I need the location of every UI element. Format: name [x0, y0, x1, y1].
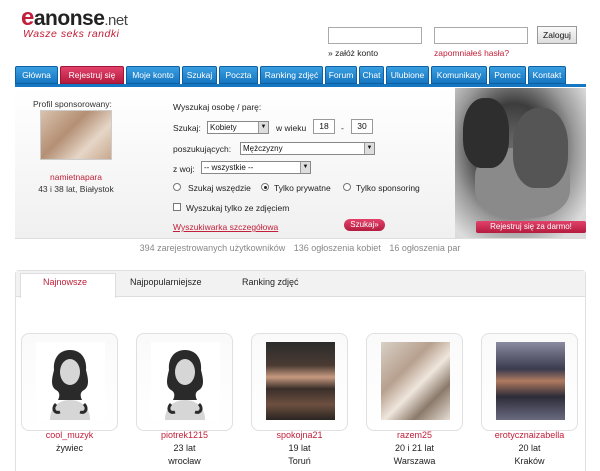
hero-register-button[interactable]: Rejestruj się za darmo! [476, 221, 586, 233]
password-input[interactable] [434, 27, 528, 44]
register-link[interactable]: » załóż konto [328, 48, 378, 58]
hero-shape [513, 108, 568, 188]
looking-select[interactable]: Mężczyzny ▼ [240, 142, 375, 155]
search-button[interactable]: Szukaj» [344, 219, 385, 231]
search-heading: Wyszukaj osobę / parę: [173, 102, 262, 112]
chevron-down-icon: ▼ [258, 122, 268, 133]
chevron-down-icon: ▼ [364, 143, 374, 154]
nav-tab-moje-konto[interactable]: Moje konto [126, 66, 180, 84]
profile-card[interactable] [366, 333, 463, 431]
age-to-input[interactable]: 30 [351, 119, 373, 134]
chevron-down-icon: ▼ [300, 162, 310, 173]
nav-tab-forum[interactable]: Forum [325, 66, 357, 84]
szukaj-label: Szukaj: [173, 123, 201, 133]
main-nav: Główna Rejestruj się Moje konto Szukaj P… [15, 66, 586, 84]
profile-name-link[interactable]: piotrek1215 [127, 430, 242, 440]
site-logo[interactable]: eanonse.net Wasze seks randki [21, 4, 128, 40]
nav-tab-poczta[interactable]: Poczta [219, 66, 258, 84]
profile-photo [496, 342, 565, 420]
photo-image [266, 342, 335, 420]
tab-najnowsze[interactable]: Najnowsze [43, 277, 87, 287]
profile-name-link[interactable]: razem25 [357, 430, 472, 440]
sponsor-name-link[interactable]: namietnapara [33, 172, 119, 182]
photo-image [496, 342, 565, 420]
profile-card[interactable] [251, 333, 348, 431]
nav-tab-kontakt[interactable]: Kontakt [528, 66, 566, 84]
nav-tab-szukaj[interactable]: Szukaj [182, 66, 217, 84]
silhouette-icon [36, 342, 105, 420]
region-label: z woj: [173, 164, 195, 174]
silhouette-icon [151, 342, 220, 420]
hero-shape [463, 98, 509, 168]
profile-city: Warszawa [393, 456, 436, 466]
profile-city: Toruń [288, 456, 311, 466]
profile-age: 20 i 21 lat [394, 443, 435, 453]
stat-users: 394 zarejestrowanych użytkowników [139, 243, 286, 253]
logo-tld: .net [104, 12, 128, 29]
age-label: w wieku [276, 123, 307, 133]
szukaj-select[interactable]: Kobiety ▼ [207, 121, 269, 134]
profile-name-link[interactable]: spokojna21 [242, 430, 357, 440]
profile-city: wrocław [168, 456, 201, 466]
site-stats: 394 zarejestrowanych użytkowników 136 og… [0, 243, 600, 253]
nav-tab-ranking[interactable]: Ranking zdjęć [260, 66, 323, 84]
login-input[interactable] [328, 27, 422, 44]
logo-name: anonse [33, 7, 105, 30]
radio-sponsor[interactable] [343, 183, 351, 191]
age-from-input[interactable]: 18 [313, 119, 335, 134]
nav-tab-glowna[interactable]: Główna [15, 66, 58, 84]
radio-private[interactable] [261, 183, 269, 191]
profile-city: Kraków [514, 456, 545, 466]
profile-city: żywiec [55, 443, 83, 453]
hero-image [455, 88, 586, 238]
profile-age: 23 lat [173, 443, 196, 453]
profile-card[interactable] [481, 333, 578, 431]
profile-name-link[interactable]: erotycznaizabella [472, 430, 587, 440]
photo-only-label: Wyszukaj tylko ze zdjęciem [186, 203, 290, 213]
radio-all-label: Szukaj wszędzie [188, 183, 251, 193]
nav-tab-rejestruj[interactable]: Rejestruj się [60, 66, 124, 84]
sponsor-title: Profil sponsorowany: [33, 99, 112, 109]
profile-photo [151, 342, 220, 420]
looking-label: poszukujących: [173, 144, 232, 154]
profile-photo [381, 342, 450, 420]
tab-najpopularniejsze[interactable]: Najpopularniejsze [130, 277, 202, 287]
stat-women: 136 ogłoszenia kobiet [293, 243, 381, 253]
nav-tab-ulubione[interactable]: Ulubione [386, 66, 429, 84]
nav-tab-pomoc[interactable]: Pomoc [489, 66, 526, 84]
profile-photo [36, 342, 105, 420]
stat-couples: 16 ogłoszenia par [389, 243, 461, 253]
sponsor-info: 43 i 38 lat, Białystok [38, 184, 114, 194]
profile-card[interactable] [136, 333, 233, 431]
region-value: -- wszystkie -- [204, 163, 254, 172]
szukaj-value: Kobiety [210, 123, 237, 132]
advanced-search-link[interactable]: Wyszukiwarka szczegółowa [173, 222, 278, 232]
radio-private-label: Tylko prywatne [274, 183, 331, 193]
forgot-password-link[interactable]: zapomniałeś hasła? [434, 48, 509, 58]
photo-image [381, 342, 450, 420]
profile-age: 19 lat [288, 443, 311, 453]
profile-name-link[interactable]: cool_muzyk [12, 430, 127, 440]
photo-only-checkbox[interactable] [173, 203, 181, 211]
tab-ranking-zdjec[interactable]: Ranking zdjęć [242, 277, 299, 287]
login-button[interactable]: Zaloguj [537, 26, 577, 44]
nav-tab-komunikaty[interactable]: Komunikaty [431, 66, 487, 84]
tagline: Wasze seks randki [23, 28, 120, 40]
logo-e: e [21, 4, 34, 31]
looking-value: Mężczyzny [243, 144, 283, 153]
profile-photo [266, 342, 335, 420]
profile-card[interactable] [21, 333, 118, 431]
radio-sponsor-label: Tylko sponsoring [356, 183, 420, 193]
region-select[interactable]: -- wszystkie -- ▼ [201, 161, 311, 174]
nav-tab-chat[interactable]: Chat [359, 66, 384, 84]
profile-age: 20 lat [518, 443, 541, 453]
sponsor-photo[interactable] [40, 110, 112, 160]
age-separator: - [341, 123, 344, 133]
radio-all[interactable] [173, 183, 181, 191]
